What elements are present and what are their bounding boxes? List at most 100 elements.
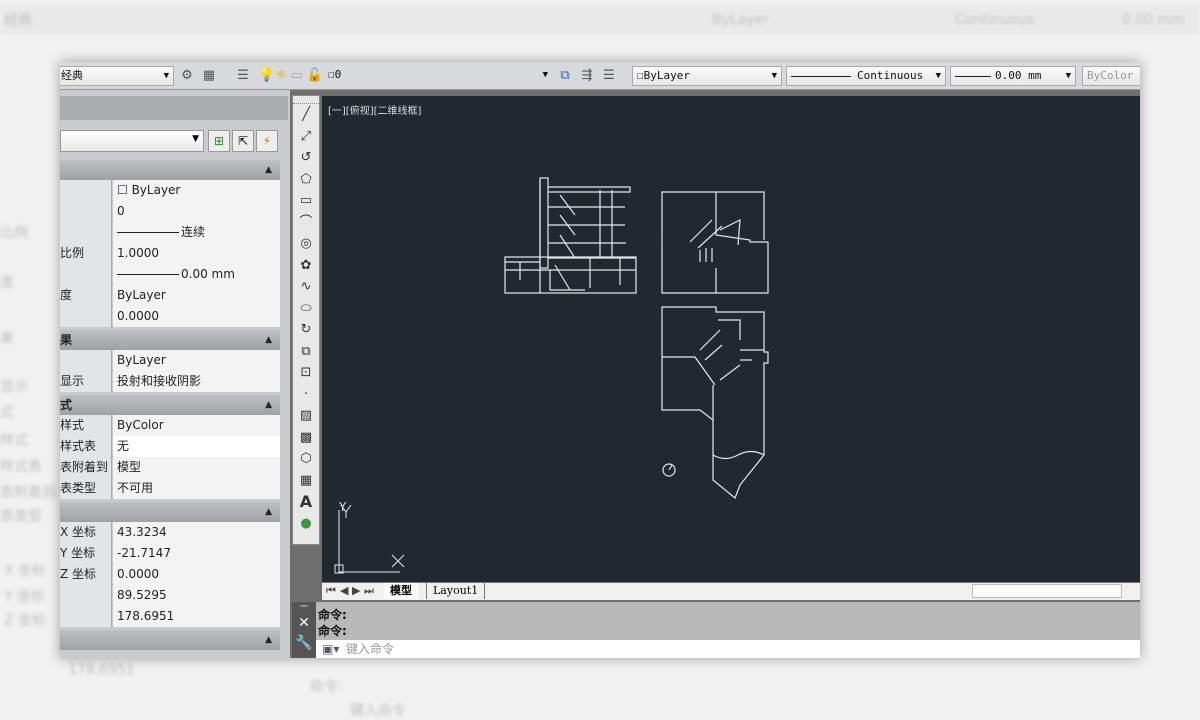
property-section-header[interactable]: 果 ▲ [60,330,280,350]
property-row[interactable]: 比例 1.0000 [60,243,280,264]
property-value-cell[interactable]: ByColor [113,415,280,436]
property-value-cell[interactable]: 1.0000 [113,243,280,264]
revision-cloud-icon[interactable]: ✿ [293,255,319,277]
property-row[interactable]: ☐ ByLayer [60,180,280,201]
tab-model[interactable]: 模型 [384,583,418,599]
wrench-icon[interactable]: 🔧 [292,634,316,652]
ellipse-arc-icon[interactable]: ↻ [293,319,319,341]
property-value-cell[interactable]: 0.0000 [113,564,280,585]
property-value-cell[interactable]: 43.3234 [113,522,280,543]
polyline-icon[interactable]: ⤢ [293,126,319,148]
color-select[interactable]: ☐ByLayer ▼ [632,66,782,86]
region-icon[interactable]: ⬡ [293,448,319,470]
table-icon[interactable]: ▦ [293,470,319,492]
property-row[interactable]: 0.0000 [60,306,280,327]
command-input[interactable]: ▣▾ 键入命令 [316,640,1140,658]
property-value-cell[interactable]: 投射和接收阴影 [113,371,280,392]
grip-icon[interactable]: ┅┅ [292,602,316,612]
horizontal-scrollbar[interactable] [972,584,1122,598]
property-value-cell[interactable]: 0.00 mm [113,264,280,285]
property-row[interactable]: 表附着到 模型 [60,457,280,478]
plotstyle-select[interactable]: ByColor [1082,66,1140,86]
gear-icon[interactable]: ⚙ [178,67,196,85]
property-section-header[interactable]: 式 ▲ [60,395,280,415]
property-row[interactable]: 样式表无 [60,436,280,457]
make-current-icon[interactable]: ⧉ [556,67,574,85]
property-row[interactable]: 度 ByLayer [60,285,280,306]
add-selected-icon[interactable]: ● [293,513,319,535]
polygon-icon[interactable]: ⬠ [293,169,319,191]
property-row[interactable]: Y 坐标 -21.7147 [60,543,280,564]
collapse-arrow-icon[interactable]: ▲ [265,160,272,180]
property-row[interactable]: X 坐标 43.3234 [60,522,280,543]
property-value-cell[interactable]: 无 [113,436,280,457]
property-row[interactable]: 显示 投射和接收阴影 [60,371,280,392]
gradient-icon[interactable]: ▩ [293,427,319,449]
collapse-arrow-icon[interactable]: ▲ [265,330,272,350]
property-row[interactable]: 0.00 mm [60,264,280,285]
property-row[interactable]: 表类型 不可用 [60,478,280,499]
property-value-cell[interactable]: ByLayer [113,285,280,306]
command-prompt-icon[interactable]: ▣▾ [322,640,339,658]
property-label: 度 [60,285,112,306]
property-value-cell[interactable]: -21.7147 [113,543,280,564]
tab-nav-prev-icon[interactable]: ◀ [340,583,348,599]
workspace-select[interactable]: 经典 ▼ [60,66,174,86]
property-row[interactable]: 89.5295 [60,585,280,606]
workspace-settings-icon[interactable]: ▦ [200,67,218,85]
rectangle-icon[interactable]: ▭ [293,190,319,212]
collapse-arrow-icon[interactable]: ▲ [265,395,272,415]
tab-nav-first-icon[interactable]: ⏮ [326,583,336,599]
property-row[interactable]: 连续 [60,222,280,243]
layer-properties-icon[interactable]: ☰ [234,67,252,85]
drawing-canvas[interactable]: [一][俯视][二维线框] Y X [322,96,1140,582]
point-icon[interactable]: · [293,384,319,406]
toggle-pickadd-icon[interactable]: ⊞ [208,130,230,152]
circle-icon[interactable]: ◎ [293,233,319,255]
property-value-cell[interactable]: ☐ ByLayer [113,180,280,201]
property-section-header[interactable]: ▲ [60,630,280,650]
property-value-cell[interactable]: 模型 [113,457,280,478]
multiline-text-icon[interactable]: A [293,491,319,513]
property-value-cell[interactable]: 89.5295 [113,585,280,606]
object-type-select[interactable]: ▼ [60,130,204,152]
property-value: ByLayer [117,288,166,302]
linetype-select[interactable]: Continuous ▼ [786,66,946,86]
insert-block-icon[interactable]: ⧉ [293,341,319,363]
arc-icon[interactable]: ⌒ [293,212,319,234]
tab-nav-last-icon[interactable]: ⏭ [364,583,374,599]
property-row[interactable]: Z 坐标 0.0000 [60,564,280,585]
ellipse-icon[interactable]: ⬭ [293,298,319,320]
lock-layer-icon[interactable]: ▭ [288,67,306,85]
property-section-header[interactable]: ▲ [60,502,280,522]
layer-select[interactable]: ☐0 ▼ [324,66,552,86]
property-row[interactable]: 0 [60,201,280,222]
property-value-cell[interactable]: ByLayer [113,350,280,371]
property-value-cell[interactable]: 不可用 [113,478,280,499]
toolbar-grip[interactable] [293,96,319,104]
quick-select-icon[interactable]: ⚡ [256,130,278,152]
tab-nav-next-icon[interactable]: ▶ [352,583,360,599]
property-row[interactable]: 样式 ByColor [60,415,280,436]
line-icon[interactable]: ╱ [293,104,319,126]
property-value-cell[interactable]: 连续 [113,222,280,243]
tab-layout1[interactable]: Layout1 [426,583,486,599]
collapse-arrow-icon[interactable]: ▲ [265,630,272,650]
layer-match-icon[interactable]: ⇶ [578,67,596,85]
close-icon[interactable]: ✕ [292,612,316,634]
property-row[interactable]: ByLayer [60,350,280,371]
spline-icon[interactable]: ∿ [293,276,319,298]
layer-previous-icon[interactable]: ☰ [600,67,618,85]
property-value-cell[interactable]: 178.6951 [113,606,280,627]
property-row[interactable]: 178.6951 [60,606,280,627]
collapse-arrow-icon[interactable]: ▲ [265,502,272,522]
select-objects-icon[interactable]: ⇱ [232,130,254,152]
property-section-header[interactable]: ▲ [60,160,280,180]
lineweight-select[interactable]: 0.00 mm ▼ [950,66,1076,86]
make-block-icon[interactable]: ⊡ [293,362,319,384]
property-value-cell[interactable]: 0 [113,201,280,222]
property-value-cell[interactable]: 0.0000 [113,306,280,327]
3d-polyline-icon[interactable]: ↺ [293,147,319,169]
hatch-icon[interactable]: ▨ [293,405,319,427]
unlock-icon[interactable]: 🔓 [306,67,324,85]
